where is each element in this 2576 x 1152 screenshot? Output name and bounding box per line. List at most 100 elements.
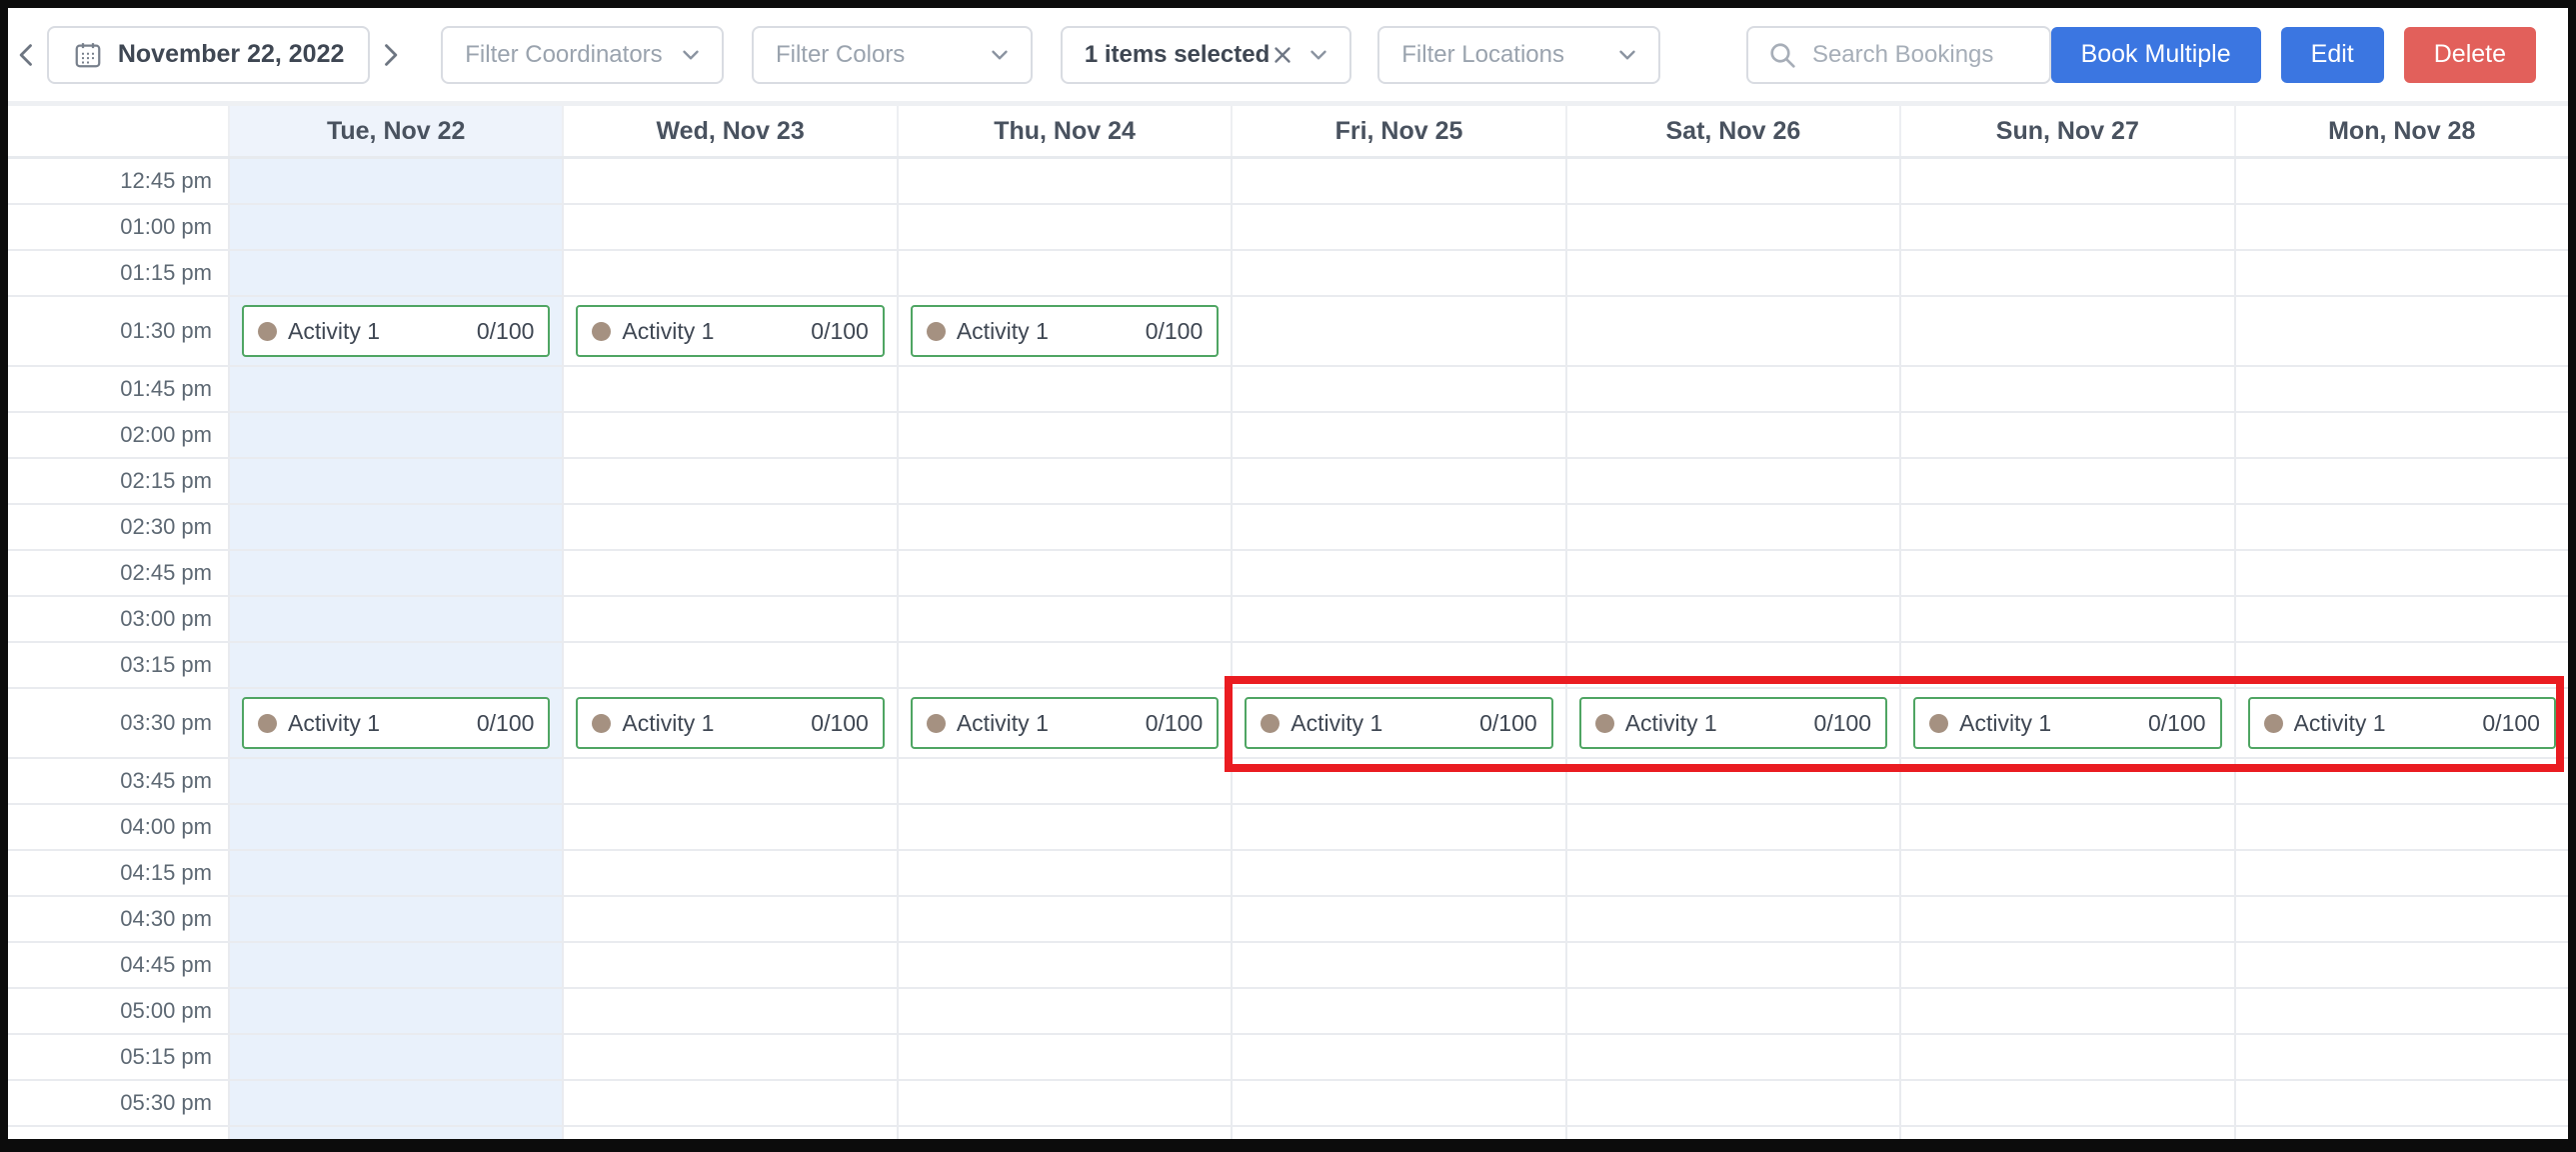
booking-chip[interactable]: Activity 10/100	[2248, 697, 2556, 749]
calendar-cell[interactable]	[2236, 597, 2568, 643]
calendar-cell[interactable]	[1567, 505, 1899, 551]
calendar-cell[interactable]	[1901, 1035, 2233, 1081]
book-multiple-button[interactable]: Book Multiple	[2051, 27, 2261, 83]
calendar-cell[interactable]	[1233, 943, 1564, 989]
search-bookings-field[interactable]	[1746, 26, 2051, 84]
calendar-cell[interactable]: Activity 10/100	[1567, 689, 1899, 759]
calendar-cell[interactable]	[1233, 367, 1564, 413]
calendar-cell[interactable]	[899, 205, 1231, 251]
calendar-cell[interactable]: Activity 10/100	[2236, 689, 2568, 759]
calendar-cell[interactable]	[230, 597, 562, 643]
edit-button[interactable]: Edit	[2281, 27, 2384, 83]
calendar-cell[interactable]	[1567, 297, 1899, 367]
calendar-cell[interactable]	[564, 251, 896, 297]
calendar-cell[interactable]	[899, 989, 1231, 1035]
calendar-cell[interactable]	[1567, 897, 1899, 943]
calendar-cell[interactable]: Activity 10/100	[1233, 689, 1564, 759]
calendar-cell[interactable]	[230, 1035, 562, 1081]
clear-selection-icon[interactable]	[1270, 42, 1295, 68]
calendar-cell[interactable]	[1567, 251, 1899, 297]
calendar-cell[interactable]	[1901, 597, 2233, 643]
calendar-cell[interactable]	[564, 1127, 896, 1139]
calendar-cell[interactable]	[230, 459, 562, 505]
calendar-cell[interactable]: Activity 10/100	[230, 689, 562, 759]
calendar-cell[interactable]	[1901, 851, 2233, 897]
calendar-cell[interactable]	[1233, 643, 1564, 689]
calendar-cell[interactable]	[2236, 413, 2568, 459]
calendar-cell[interactable]	[564, 897, 896, 943]
calendar-cell[interactable]	[2236, 1127, 2568, 1139]
calendar-cell[interactable]	[1233, 1127, 1564, 1139]
next-day-button[interactable]	[370, 26, 409, 84]
calendar-cell[interactable]	[564, 367, 896, 413]
calendar-cell[interactable]	[230, 1127, 562, 1139]
calendar-cell[interactable]	[1567, 989, 1899, 1035]
booking-chip[interactable]: Activity 10/100	[242, 305, 550, 357]
calendar-cell[interactable]	[564, 413, 896, 459]
calendar-cell[interactable]	[2236, 251, 2568, 297]
calendar-cell[interactable]	[2236, 643, 2568, 689]
filter-colors-select[interactable]: Filter Colors	[752, 26, 1033, 84]
calendar-cell[interactable]	[1901, 989, 2233, 1035]
calendar-cell[interactable]	[1567, 1081, 1899, 1127]
calendar-cell[interactable]	[1567, 413, 1899, 459]
calendar-cell[interactable]	[899, 251, 1231, 297]
calendar-cell[interactable]	[230, 805, 562, 851]
calendar-cell[interactable]	[899, 1081, 1231, 1127]
calendar-cell[interactable]	[1233, 989, 1564, 1035]
calendar-cell[interactable]: Activity 10/100	[1901, 689, 2233, 759]
calendar-cell[interactable]	[899, 897, 1231, 943]
calendar-cell[interactable]	[230, 989, 562, 1035]
calendar-cell[interactable]	[1233, 159, 1564, 205]
calendar-cell[interactable]	[2236, 459, 2568, 505]
calendar-cell[interactable]	[230, 759, 562, 805]
calendar-cell[interactable]	[1233, 459, 1564, 505]
calendar-cell[interactable]	[230, 159, 562, 205]
calendar-cell[interactable]	[1901, 367, 2233, 413]
calendar-cell[interactable]	[2236, 805, 2568, 851]
calendar-cell[interactable]	[230, 1081, 562, 1127]
booking-chip[interactable]: Activity 10/100	[1245, 697, 1552, 749]
calendar-cell[interactable]	[1567, 459, 1899, 505]
calendar-cell[interactable]: Activity 10/100	[230, 297, 562, 367]
calendar-cell[interactable]	[1567, 159, 1899, 205]
calendar-cell[interactable]	[564, 205, 896, 251]
calendar-cell[interactable]	[564, 851, 896, 897]
calendar-cell[interactable]	[899, 943, 1231, 989]
calendar-cell[interactable]	[564, 597, 896, 643]
calendar-cell[interactable]: Activity 10/100	[899, 689, 1231, 759]
calendar-cell[interactable]	[2236, 1035, 2568, 1081]
calendar-cell[interactable]	[564, 643, 896, 689]
calendar-cell[interactable]	[1901, 759, 2233, 805]
calendar-cell[interactable]	[1233, 597, 1564, 643]
calendar-cell[interactable]	[899, 597, 1231, 643]
booking-chip[interactable]: Activity 10/100	[911, 305, 1219, 357]
calendar-cell[interactable]	[1567, 367, 1899, 413]
calendar-cell[interactable]: Activity 10/100	[564, 297, 896, 367]
calendar-cell[interactable]	[1901, 413, 2233, 459]
calendar-cell[interactable]	[1233, 759, 1564, 805]
calendar-cell[interactable]	[1901, 1127, 2233, 1139]
calendar-cell[interactable]	[564, 459, 896, 505]
calendar-cell[interactable]	[1567, 805, 1899, 851]
calendar-cell[interactable]	[2236, 759, 2568, 805]
calendar-cell[interactable]	[899, 805, 1231, 851]
calendar-cell[interactable]	[1901, 943, 2233, 989]
calendar-cell[interactable]	[899, 505, 1231, 551]
calendar-cell[interactable]	[230, 367, 562, 413]
booking-chip[interactable]: Activity 10/100	[242, 697, 550, 749]
filter-coordinators-select[interactable]: Filter Coordinators	[441, 26, 724, 84]
calendar-cell[interactable]	[1233, 413, 1564, 459]
calendar-cell[interactable]	[1567, 759, 1899, 805]
calendar-cell[interactable]	[1567, 643, 1899, 689]
calendar-cell[interactable]	[899, 367, 1231, 413]
calendar-cell[interactable]	[1233, 1035, 1564, 1081]
calendar-cell[interactable]	[899, 159, 1231, 205]
calendar-cell[interactable]	[2236, 943, 2568, 989]
calendar-cell[interactable]	[564, 989, 896, 1035]
calendar-cell[interactable]	[1567, 943, 1899, 989]
calendar-cell[interactable]	[230, 413, 562, 459]
calendar-cell[interactable]	[1901, 1081, 2233, 1127]
calendar-cell[interactable]	[2236, 159, 2568, 205]
calendar-cell[interactable]: Activity 10/100	[899, 297, 1231, 367]
